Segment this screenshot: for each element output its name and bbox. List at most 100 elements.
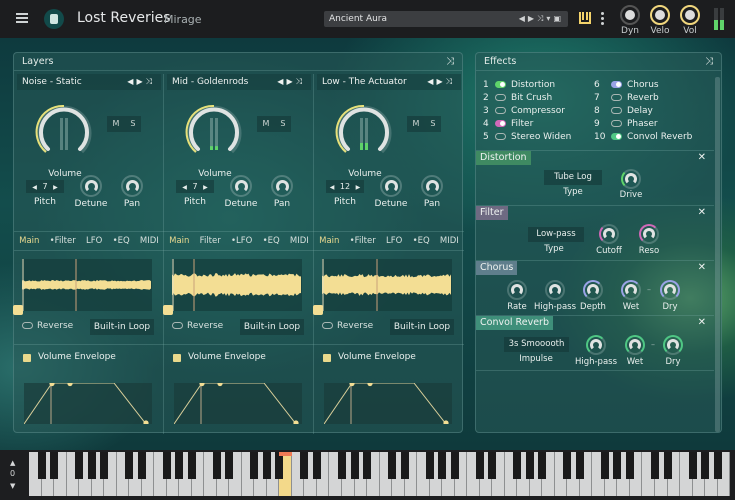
black-key[interactable] <box>575 452 584 479</box>
black-key[interactable] <box>713 452 722 479</box>
layer-tab[interactable]: LFO <box>386 236 402 246</box>
solo-button[interactable]: S <box>280 116 285 132</box>
black-key[interactable] <box>488 452 497 479</box>
black-key[interactable] <box>212 452 221 479</box>
chorus-dry-knob[interactable] <box>660 280 680 300</box>
waveform-display[interactable] <box>322 259 452 311</box>
pitch-up-icon[interactable]: ▶ <box>203 184 208 191</box>
chorus-highpass-knob[interactable] <box>545 280 565 300</box>
black-key[interactable] <box>425 452 434 479</box>
volume-knob[interactable] <box>34 102 94 162</box>
effect-toggle-off-icon[interactable] <box>611 107 622 114</box>
pitch-down-icon[interactable]: ◀ <box>330 184 335 191</box>
pitch-stepper[interactable]: ◀ 7 ▶ <box>26 180 64 193</box>
velo-knob[interactable] <box>650 5 670 25</box>
black-key[interactable] <box>688 452 697 479</box>
chorus-wet-knob[interactable] <box>621 280 641 300</box>
prev-preset-icon[interactable]: ◀ <box>519 14 528 23</box>
black-key[interactable] <box>275 452 284 479</box>
convol-highpass-knob[interactable] <box>586 335 606 355</box>
effect-list-item[interactable]: 8 Delay <box>594 105 653 118</box>
chorus-depth-knob[interactable] <box>583 280 603 300</box>
solo-button[interactable]: S <box>130 116 135 132</box>
black-key[interactable] <box>475 452 484 479</box>
black-key[interactable] <box>438 452 447 479</box>
distortion-type-select[interactable]: Tube Log <box>544 170 602 185</box>
shuffle-sample-icon[interactable]: ⤨ <box>146 77 155 86</box>
piano-keyboard[interactable] <box>29 452 731 496</box>
layer-tab[interactable]: •EQ <box>113 236 130 246</box>
waveform-display[interactable] <box>22 259 152 311</box>
octave-down-icon[interactable]: ▼ <box>10 482 15 490</box>
play-start-marker[interactable] <box>163 305 173 315</box>
black-key[interactable] <box>450 452 459 479</box>
reso-knob[interactable] <box>639 224 659 244</box>
black-key[interactable] <box>312 452 321 479</box>
cutoff-knob[interactable] <box>599 224 619 244</box>
envelope-checkbox[interactable] <box>23 354 31 362</box>
shuffle-layers-icon[interactable]: ⤨ <box>446 53 454 71</box>
layer-tab[interactable]: •Filter <box>50 236 76 246</box>
close-convol-icon[interactable]: ✕ <box>698 317 706 328</box>
loop-mode-button[interactable]: Built-in Loop <box>90 319 154 335</box>
close-filter-icon[interactable]: ✕ <box>698 207 706 218</box>
effect-list-item[interactable]: 6 Chorus <box>594 79 659 92</box>
waveform-display[interactable] <box>172 259 302 311</box>
layer-sample-selector[interactable]: Low - The Actuator ◀▶⤨ <box>317 74 461 90</box>
effect-list-item[interactable]: 7 Reverb <box>594 92 659 105</box>
effect-toggle-on-icon[interactable] <box>611 133 622 140</box>
pitch-stepper[interactable]: ◀ 7 ▶ <box>176 180 214 193</box>
close-chorus-icon[interactable]: ✕ <box>698 262 706 273</box>
loop-mode-button[interactable]: Built-in Loop <box>240 319 304 335</box>
effect-toggle-off-icon[interactable] <box>611 120 622 127</box>
convol-wet-knob[interactable] <box>625 335 645 355</box>
pitch-down-icon[interactable]: ◀ <box>32 184 37 191</box>
impulse-select[interactable]: 3s Smooooth <box>504 337 569 352</box>
shuffle-effects-icon[interactable]: ⤨ <box>705 53 713 71</box>
reverse-toggle[interactable]: Reverse <box>22 321 73 331</box>
layer-tab[interactable]: •EQ <box>263 236 280 246</box>
save-icon[interactable]: ▣ <box>553 14 564 23</box>
black-key[interactable] <box>75 452 84 479</box>
black-key[interactable] <box>538 452 547 479</box>
envelope-graph[interactable] <box>23 380 152 426</box>
drive-knob[interactable] <box>621 169 641 189</box>
layer-tab[interactable]: MIDI <box>290 236 309 246</box>
reverse-toggle[interactable]: Reverse <box>172 321 223 331</box>
detune-knob[interactable] <box>380 175 402 197</box>
preset-selector[interactable]: Ancient Aura ◀▶⤨▾▣ <box>324 11 568 27</box>
volume-knob[interactable] <box>334 102 394 162</box>
solo-button[interactable]: S <box>430 116 435 132</box>
pan-knob[interactable] <box>271 175 293 197</box>
effect-list-item[interactable]: 3 Compressor <box>483 105 565 118</box>
layer-sample-selector[interactable]: Mid - Goldenrods ◀▶⤨ <box>167 74 311 90</box>
piano-icon[interactable] <box>579 12 591 24</box>
shuffle-sample-icon[interactable]: ⤨ <box>296 77 305 86</box>
effect-toggle-off-icon[interactable] <box>611 94 622 101</box>
black-key[interactable] <box>262 452 271 479</box>
vol-knob[interactable] <box>680 5 700 25</box>
black-key[interactable] <box>663 452 672 479</box>
detune-knob[interactable] <box>80 175 102 197</box>
play-start-marker[interactable] <box>313 305 323 315</box>
black-key[interactable] <box>350 452 359 479</box>
black-key[interactable] <box>600 452 609 479</box>
mute-button[interactable]: M <box>113 116 120 132</box>
dyn-knob[interactable] <box>620 5 640 25</box>
black-key[interactable] <box>563 452 572 479</box>
black-key[interactable] <box>50 452 59 479</box>
pan-knob[interactable] <box>421 175 443 197</box>
effect-toggle-off-icon[interactable] <box>495 133 506 140</box>
black-key[interactable] <box>625 452 634 479</box>
black-key[interactable] <box>175 452 184 479</box>
effect-toggle-on-icon[interactable] <box>495 120 506 127</box>
envelope-graph[interactable] <box>173 380 302 426</box>
layer-tab[interactable]: •LFO <box>231 236 252 246</box>
black-key[interactable] <box>137 452 146 479</box>
black-key[interactable] <box>250 452 259 479</box>
shuffle-icon[interactable]: ⤨ <box>537 14 546 23</box>
black-key[interactable] <box>87 452 96 479</box>
layer-tab[interactable]: •Filter <box>350 236 376 246</box>
pitch-stepper[interactable]: ◀ 12 ▶ <box>326 180 364 193</box>
pitch-up-icon[interactable]: ▶ <box>356 184 361 191</box>
